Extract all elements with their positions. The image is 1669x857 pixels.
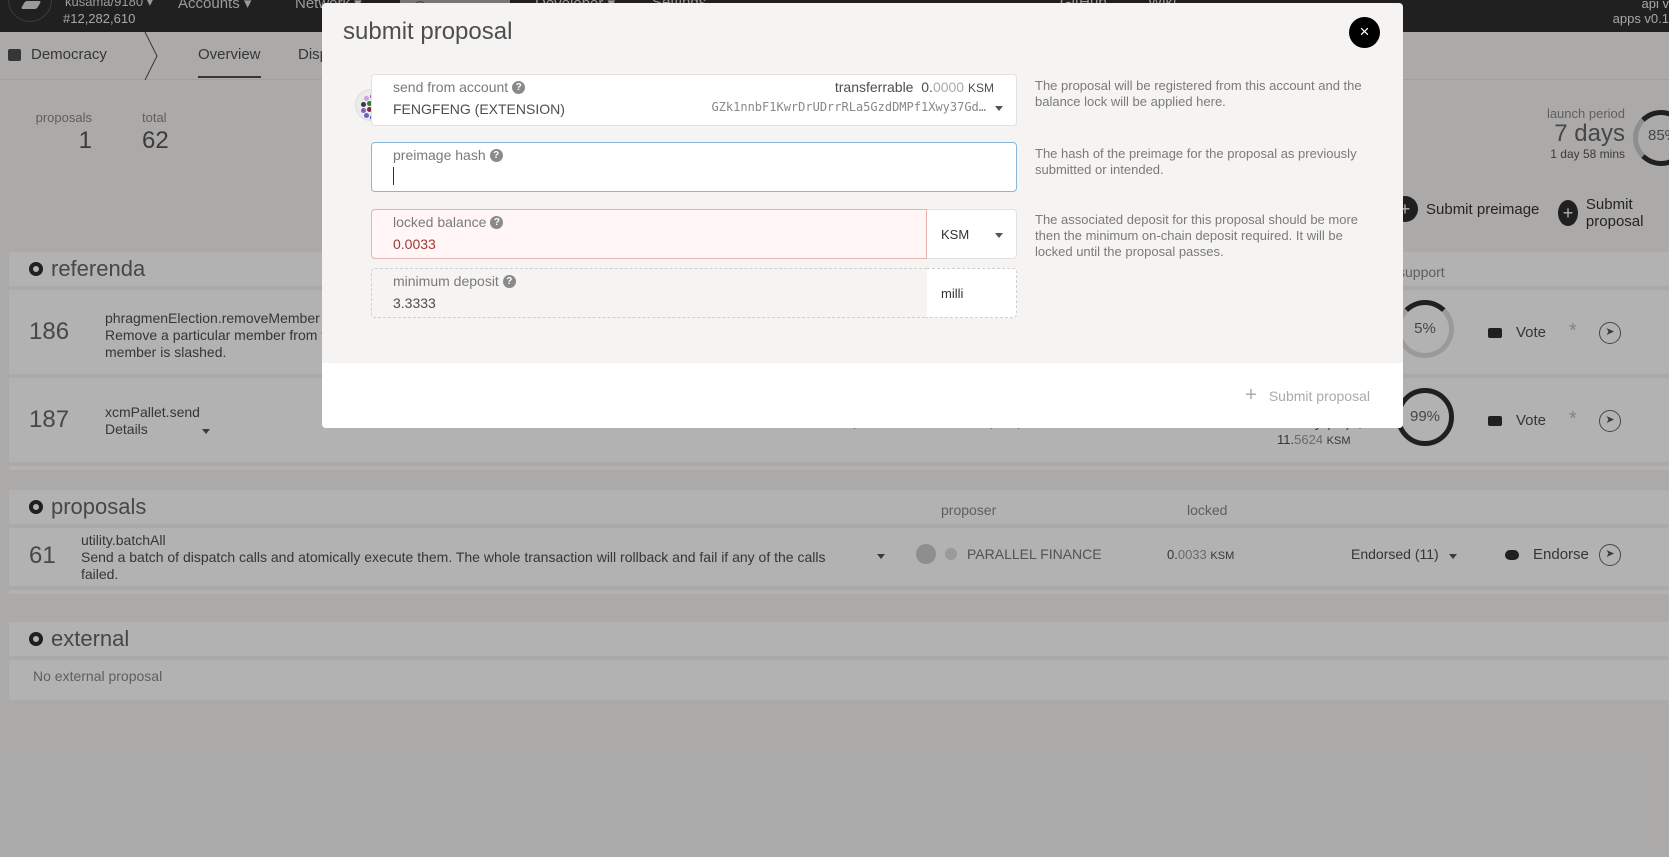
- account-help-text: The proposal will be registered from thi…: [1035, 78, 1362, 109]
- help-icon[interactable]: ?: [502, 274, 516, 288]
- account-label: send from account?: [393, 79, 526, 95]
- minimum-unit: milli: [941, 286, 964, 301]
- account-selector[interactable]: send from account? FENGFENG (EXTENSION) …: [371, 74, 1017, 126]
- account-name: FENGFENG (EXTENSION): [393, 101, 565, 117]
- help-icon[interactable]: ?: [489, 148, 503, 162]
- transferrable-label: transferrable: [834, 79, 914, 95]
- chevron-down-icon: [995, 106, 1003, 111]
- submit-proposal-modal: submit proposal × send from account? FEN…: [322, 3, 1403, 428]
- help-icon[interactable]: ?: [490, 215, 504, 229]
- account-label-text: send from account: [393, 79, 509, 95]
- locked-balance-field[interactable]: locked balance? 0.0033: [371, 209, 927, 259]
- minimum-deposit-unit: milli: [927, 268, 1017, 318]
- preimage-hash-field[interactable]: preimage hash?: [371, 142, 1017, 192]
- account-address: GZk1nnbF1KwrDrUDrrRLa5GzdDMPf1Xwy37Gd…: [711, 100, 986, 114]
- locked-balance-help-text: The associated deposit for this proposal…: [1035, 212, 1359, 259]
- minimum-deposit-label: minimum deposit?: [393, 273, 516, 289]
- help-icon[interactable]: ?: [512, 80, 526, 94]
- minimum-deposit-label-text: minimum deposit: [393, 273, 499, 289]
- close-button[interactable]: ×: [1349, 17, 1380, 48]
- close-icon: ×: [1359, 22, 1370, 41]
- balance-int: 0.: [921, 79, 933, 95]
- locked-unit: KSM: [941, 227, 970, 242]
- modal-footer: + Submit proposal: [322, 363, 1403, 428]
- locked-balance-label-text: locked balance: [393, 214, 487, 230]
- submit-proposal-button[interactable]: + Submit proposal: [1245, 384, 1370, 407]
- preimage-label: preimage hash?: [393, 147, 503, 163]
- preimage-help-text: The hash of the preimage for the proposa…: [1035, 146, 1357, 177]
- plus-icon: +: [1245, 384, 1257, 406]
- chevron-down-icon: [995, 233, 1003, 238]
- locked-balance-label: locked balance?: [393, 214, 504, 230]
- minimum-deposit-field: minimum deposit? 3.3333: [371, 268, 927, 318]
- minimum-deposit-value: 3.3333: [393, 295, 436, 311]
- preimage-hash-input[interactable]: [393, 167, 394, 185]
- preimage-label-text: preimage hash: [393, 147, 486, 163]
- transferrable-balance: transferrable 0.0000 KSM: [835, 79, 994, 95]
- modal-title: submit proposal: [343, 18, 513, 45]
- submit-proposal-label: Submit proposal: [1268, 387, 1370, 404]
- locked-balance-input[interactable]: 0.0033: [393, 236, 436, 252]
- balance-unit: KSM: [967, 81, 994, 95]
- locked-unit-selector[interactable]: KSM: [927, 209, 1017, 259]
- balance-dec: 0000: [932, 79, 965, 95]
